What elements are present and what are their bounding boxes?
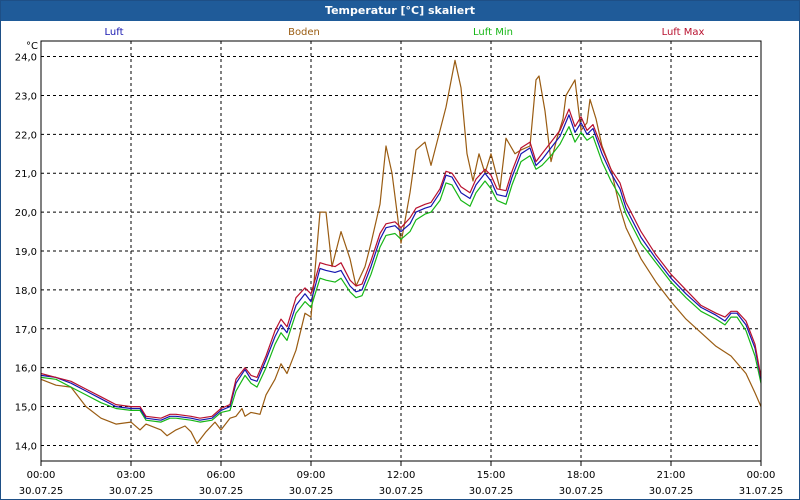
y-tick-label: 18,0 (15, 286, 37, 297)
y-tick-label: 21,0 (15, 169, 37, 180)
temperature-chart: Luft Boden Luft Min Luft Max 14,0 15,0 16,0 17… (15, 27, 784, 497)
y-axis-unit-label: °C (26, 41, 38, 52)
y-tick-label: 17,0 (15, 325, 37, 336)
chart-window: Temperatur [°C] skaliert Luft Boden Luft M… (0, 0, 800, 500)
x-tick-time-label: 00:00 (747, 470, 776, 481)
y-tick-label: 19,0 (15, 247, 37, 258)
legend-entry: Luft (105, 27, 124, 38)
y-tick-label: 16,0 (15, 364, 37, 375)
x-tick-date-label: 30.07.25 (199, 486, 244, 497)
y-tick-label: 24,0 (15, 53, 37, 64)
x-tick-time-label: 12:00 (387, 470, 416, 481)
x-axis: 00:00 30.07.25 03:00 30.07.25 06:00 30.07.25 0… (19, 461, 784, 497)
y-tick-label: 15,0 (15, 403, 37, 414)
x-tick-date-label: 30.07.25 (469, 486, 514, 497)
legend-entry: Boden (288, 27, 320, 38)
x-tick-date-label: 31.07.25 (739, 486, 784, 497)
x-tick-time-label: 21:00 (657, 470, 686, 481)
y-tick-label: 22,0 (15, 130, 37, 141)
x-tick-date-label: 30.07.25 (379, 486, 424, 497)
legend-entry: Luft Min (473, 27, 513, 38)
x-tick-time-label: 03:00 (117, 470, 146, 481)
legend-entry: Luft Max (662, 27, 705, 38)
y-axis: 14,0 15,0 16,0 17,0 18,0 19,0 20,0 21,0 22,0 23,0… (15, 41, 38, 452)
x-tick-time-label: 00:00 (27, 470, 56, 481)
x-tick-date-label: 30.07.25 (649, 486, 694, 497)
x-tick-date-label: 30.07.25 (19, 486, 64, 497)
x-tick-date-label: 30.07.25 (289, 486, 334, 497)
y-tick-label: 20,0 (15, 208, 37, 219)
legend: Luft Boden Luft Min Luft Max (105, 27, 705, 38)
x-tick-date-label: 30.07.25 (559, 486, 604, 497)
x-tick-time-label: 18:00 (567, 470, 596, 481)
window-title: Temperatur [°C] skaliert (1, 1, 799, 21)
y-tick-label: 14,0 (15, 441, 37, 452)
x-tick-date-label: 30.07.25 (109, 486, 154, 497)
x-tick-time-label: 09:00 (297, 470, 326, 481)
series-line-luft (40, 114, 762, 421)
x-tick-time-label: 06:00 (207, 470, 236, 481)
y-tick-label: 23,0 (15, 91, 37, 102)
x-tick-time-label: 15:00 (477, 470, 506, 481)
